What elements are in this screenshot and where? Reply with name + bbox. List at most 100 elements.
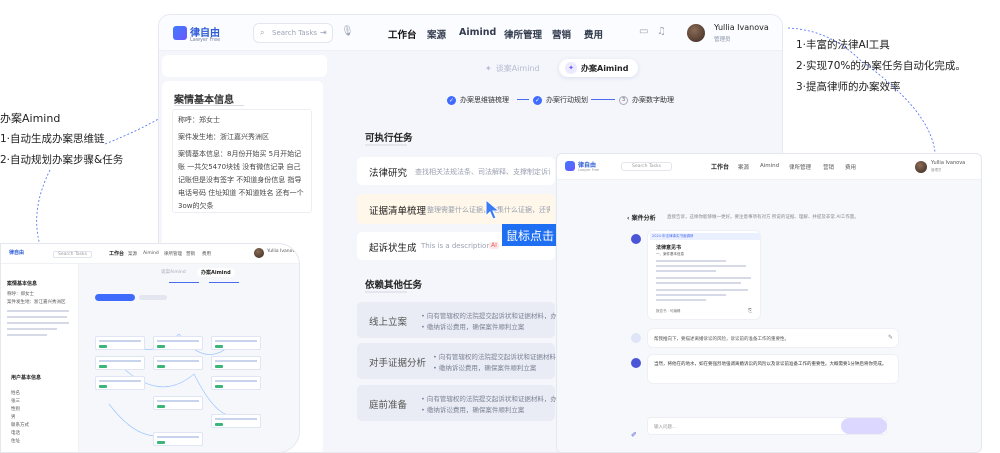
back-section[interactable]: ‹ 案件分析 xyxy=(627,213,656,222)
chat-nav-item[interactable]: 律所管理 xyxy=(789,163,811,171)
logo-icon xyxy=(173,26,187,40)
mini-field: 联系方式 xyxy=(11,423,29,428)
task-row-online-filing[interactable]: 线上立案 • 向有管辖权的法院提交起诉状和证据材料，办理立案手续 • 缴纳诉讼费… xyxy=(357,302,589,338)
task-row-legal-research[interactable]: 法律研究 查找相关法规法条、司法解释、支撑制定诉讼策略 xyxy=(357,157,555,185)
nav-aimind[interactable]: Aimind xyxy=(459,27,496,38)
step-connector xyxy=(517,99,529,100)
step-3[interactable]: 3 办案数字助理 xyxy=(619,95,674,105)
step-1[interactable]: ✓ 办案思维链梳理 xyxy=(447,95,509,105)
mini-nav-item[interactable]: 工作台 xyxy=(109,250,124,257)
edit-icon[interactable]: ✎ xyxy=(888,334,893,341)
mini-nav-item[interactable]: 营销 xyxy=(186,251,195,257)
sparkle-icon: ✦ xyxy=(485,63,492,73)
task-row-pretrial-prep[interactable]: 庭前准备 • 向有管辖权的法院提交起诉状和证据材料，办理立案手续 • 缴纳诉讼费… xyxy=(357,385,589,421)
mini-search[interactable]: Search Tasks xyxy=(53,251,92,258)
mini-flow-card[interactable] xyxy=(153,356,203,370)
chat-nav-item[interactable]: 案源 xyxy=(738,163,749,171)
brush-icon[interactable]: ✐ xyxy=(631,422,639,439)
left-top-bar xyxy=(162,55,327,77)
mini-flow-card[interactable] xyxy=(95,356,145,370)
tab-handle-aimind[interactable]: ✦ 办案Aimind xyxy=(559,59,639,77)
mini-tab-active[interactable]: 办案Aimind xyxy=(197,268,235,277)
task-desc: 查找相关法规法条、司法解释、支撑制定诉讼策略 xyxy=(415,168,550,176)
avatar[interactable] xyxy=(687,24,705,42)
mini-tab[interactable]: 谈案Aimind xyxy=(161,269,186,275)
user-message: 帮我推向下，要描述离婚诉讼的风险，诉讼前的准备工作的重要性。 ✎ xyxy=(647,328,899,348)
case-location: 案件发生地：浙江嘉兴秀洲区 xyxy=(178,133,269,141)
mini-case-title: 案情基本信息 xyxy=(7,281,38,287)
task-label: 庭前准备 xyxy=(369,400,408,411)
mini-flow-card[interactable] xyxy=(211,376,261,390)
mini-flow-card[interactable] xyxy=(211,336,261,350)
mouse-cursor-icon xyxy=(485,199,501,220)
nav-case-source[interactable]: 案源 xyxy=(427,27,446,41)
mini-flow-card[interactable] xyxy=(95,376,145,390)
search-placeholder: Search Tasks xyxy=(272,29,318,37)
task-bullet: • 缴纳诉讼费用，确保案件顺利立案 xyxy=(421,323,525,331)
chat-input-placeholder: 输入问题... xyxy=(654,425,677,430)
chat-nav-item[interactable]: Aimind xyxy=(760,163,779,169)
step-3-label: 办案数字助理 xyxy=(632,96,674,104)
divider xyxy=(365,144,407,146)
nav-marketing[interactable]: 营销 xyxy=(552,27,571,41)
mini-flow-card[interactable] xyxy=(211,356,261,370)
task-bullet: • 缴纳诉讼费用，确保案件顺利立案 xyxy=(421,406,525,414)
send-button[interactable] xyxy=(841,418,887,434)
document-card[interactable]: 2024 年法律事实书面调研 法律意见书 一、案件基本信息 报告书 · 可编辑 … xyxy=(647,230,761,320)
mini-nav-item[interactable]: 费用 xyxy=(202,251,211,257)
nav-workbench[interactable]: 工作台 xyxy=(388,27,417,41)
mini-sidebar: 案情基本信息 称呼：郑女士 案件发生地：浙江嘉兴秀洲区 用户基本信息 姓名 张三… xyxy=(1,264,79,452)
avatar[interactable] xyxy=(915,161,927,173)
chat-search[interactable]: Search Tasks xyxy=(621,162,672,171)
task-desc: This is a description xyxy=(421,242,491,250)
mini-flow-card[interactable] xyxy=(211,414,261,428)
case-info-title: 案情基本信息 xyxy=(174,95,234,106)
mini-field: 男 xyxy=(11,415,16,420)
tab-discuss-aimind[interactable]: ✦ 谈案Aimind xyxy=(485,61,540,75)
mini-user-section: 用户基本信息 xyxy=(11,375,42,381)
mini-flow-card[interactable] xyxy=(153,336,203,350)
mini-field: 姓名 xyxy=(11,391,20,396)
assistant-avatar xyxy=(631,358,641,368)
mini-nav-item[interactable]: Aimind xyxy=(143,251,159,256)
text-line xyxy=(656,294,726,296)
mini-field: 电话 xyxy=(11,431,20,436)
nav-fees[interactable]: 费用 xyxy=(584,27,603,41)
check-icon: ✓ xyxy=(447,95,456,105)
user-role: 管理员 xyxy=(714,37,731,43)
chat-nav-item[interactable]: 工作台 xyxy=(711,162,729,171)
task-row-opponent-evidence[interactable]: 对手证据分析 • 向有管辖权的法院提交起诉状和证据材料，办理立案手续 • 缴纳诉… xyxy=(357,343,601,379)
case-info-box: 称呼：郑女士 案件发生地：浙江嘉兴秀洲区 案情基本信息：8月份开始买 5月开始记… xyxy=(172,109,312,213)
text-line xyxy=(7,334,47,336)
bell-icon[interactable]: ♫ xyxy=(657,26,666,37)
text-line xyxy=(7,322,69,324)
chat-logo-sub: Lawyer Free xyxy=(578,168,600,172)
task-row-evidence-list[interactable]: 证据清单梳理 整理需要什么证据，收集什么证据，还需要补充什么证据 xyxy=(357,194,555,224)
chat-nav-item[interactable]: 费用 xyxy=(845,163,856,171)
text-line xyxy=(7,316,67,318)
logo-icon xyxy=(565,161,575,171)
mini-flow-card[interactable] xyxy=(153,432,203,446)
nav-firm-management[interactable]: 律所管理 xyxy=(504,27,542,41)
app-header: 律自由 Lawyer Free ⌕ Search Tasks ⇥ 🎙 工作台 案… xyxy=(159,15,782,51)
text-line xyxy=(656,289,748,291)
mini-nav-item[interactable]: 案源 xyxy=(128,251,137,257)
mini-header: 律自由 Search Tasks 工作台 案源 Aimind 律所管理 营销 费… xyxy=(1,244,299,264)
task-label: 证据清单梳理 xyxy=(369,206,427,217)
folder-icon[interactable]: ▭ xyxy=(639,26,648,37)
step-3-number: 3 xyxy=(619,95,628,105)
mini-flow-card[interactable] xyxy=(95,336,145,350)
chat-nav-item[interactable]: 营销 xyxy=(823,163,834,171)
step-connector xyxy=(591,99,615,100)
mini-nav-item[interactable]: 律所管理 xyxy=(164,251,182,257)
mini-toggle-button[interactable] xyxy=(139,295,167,300)
avatar[interactable] xyxy=(254,248,264,258)
mini-toggle-button[interactable] xyxy=(95,294,135,301)
search-box[interactable]: ⌕ Search Tasks ⇥ xyxy=(253,23,333,43)
step-2[interactable]: ✓ 办案行动规划 xyxy=(533,95,588,105)
tab-discuss-label: 谈案Aimind xyxy=(495,63,540,73)
microphone-icon[interactable]: 🎙 xyxy=(341,26,354,37)
step-2-label: 办案行动规划 xyxy=(546,96,588,104)
mini-flow-card[interactable] xyxy=(153,396,203,410)
copy-icon[interactable]: ⎘ xyxy=(748,308,752,314)
